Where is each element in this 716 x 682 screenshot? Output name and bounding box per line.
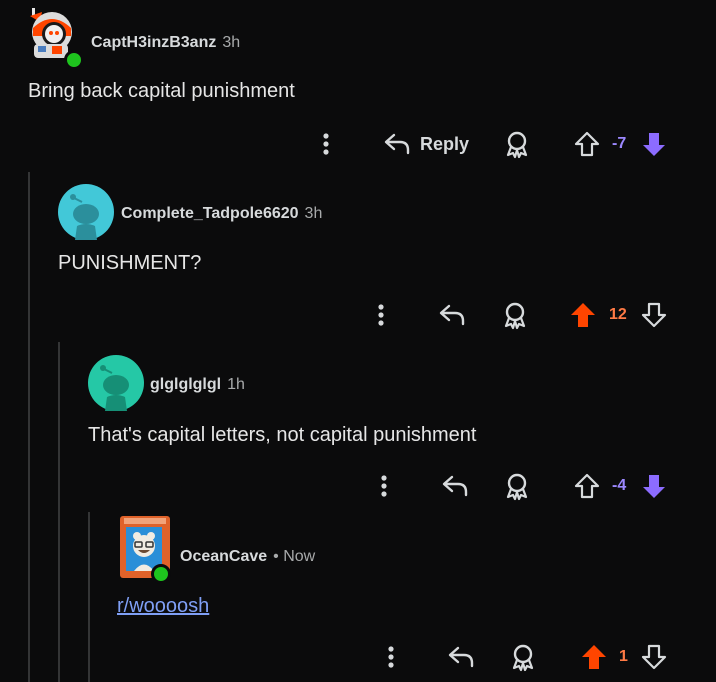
reply-button[interactable] bbox=[434, 297, 470, 333]
avatar-snoo-teal[interactable] bbox=[58, 184, 114, 240]
award-icon bbox=[504, 302, 526, 330]
more-options-button[interactable] bbox=[363, 297, 399, 333]
award-button[interactable] bbox=[505, 639, 541, 675]
downvote-icon bbox=[643, 133, 665, 156]
upvote-button[interactable] bbox=[569, 468, 605, 504]
reply-button[interactable] bbox=[437, 468, 473, 504]
downvote-button[interactable] bbox=[636, 468, 672, 504]
vote-score: 12 bbox=[609, 306, 627, 323]
more-options-button[interactable] bbox=[366, 468, 402, 504]
comment-action-bar: 12 bbox=[0, 297, 716, 333]
downvote-button[interactable] bbox=[636, 639, 672, 675]
comment-timestamp: 3h bbox=[304, 205, 323, 222]
online-indicator bbox=[151, 564, 171, 584]
downvote-button[interactable] bbox=[636, 126, 672, 162]
more-options-button[interactable] bbox=[373, 639, 409, 675]
vote-score: 1 bbox=[619, 648, 628, 665]
upvote-icon bbox=[574, 131, 600, 157]
comment-timestamp: 1h bbox=[227, 376, 245, 393]
award-button[interactable] bbox=[499, 468, 535, 504]
upvote-icon bbox=[574, 473, 600, 499]
subreddit-link[interactable]: r/woooosh bbox=[117, 595, 209, 618]
award-icon bbox=[506, 131, 528, 159]
comment-action-bar: 1 bbox=[0, 639, 716, 675]
vote-score: -7 bbox=[612, 135, 627, 152]
comment-author[interactable]: Complete_Tadpole6620 3h bbox=[121, 205, 322, 223]
avatar-snoo-green[interactable] bbox=[88, 355, 144, 411]
upvote-button[interactable] bbox=[565, 297, 601, 333]
comment-action-bar: Reply -7 bbox=[0, 126, 716, 162]
thread-line-level-2[interactable] bbox=[58, 342, 60, 682]
comment-action-bar: -4 bbox=[0, 468, 716, 504]
award-button[interactable] bbox=[499, 126, 535, 162]
reply-icon bbox=[384, 133, 410, 155]
downvote-button[interactable] bbox=[636, 297, 672, 333]
reply-button[interactable]: Reply bbox=[382, 126, 469, 162]
award-button[interactable] bbox=[497, 297, 533, 333]
more-options-button[interactable] bbox=[308, 126, 344, 162]
comment-body: PUNISHMENT? bbox=[58, 252, 202, 274]
downvote-icon bbox=[643, 475, 665, 498]
reply-icon bbox=[442, 475, 468, 497]
vote-score: -4 bbox=[612, 477, 627, 494]
comment-body: Bring back capital punishment bbox=[28, 80, 295, 102]
username-text[interactable]: OceanCave bbox=[180, 548, 267, 565]
reply-icon bbox=[439, 304, 465, 326]
online-indicator bbox=[64, 50, 84, 70]
more-options-icon bbox=[323, 133, 329, 155]
comment-timestamp: • Now bbox=[273, 548, 316, 565]
comment-author[interactable]: OceanCave • Now bbox=[180, 548, 315, 566]
upvote-icon bbox=[582, 645, 606, 669]
username-text[interactable]: Complete_Tadpole6620 bbox=[121, 205, 299, 222]
downvote-icon bbox=[641, 302, 667, 328]
reply-icon bbox=[448, 646, 474, 668]
more-options-icon bbox=[381, 475, 387, 497]
comment-timestamp: 3h bbox=[222, 34, 241, 51]
award-icon bbox=[506, 473, 528, 501]
upvote-icon bbox=[571, 303, 595, 327]
more-options-icon bbox=[378, 304, 384, 326]
comment-author[interactable]: CaptH3inzB3anz 3h bbox=[91, 34, 240, 52]
more-options-icon bbox=[388, 646, 394, 668]
comment-body: That's capital letters, not capital puni… bbox=[88, 424, 477, 446]
reply-button[interactable] bbox=[443, 639, 479, 675]
upvote-button[interactable] bbox=[576, 639, 612, 675]
reply-label[interactable]: Reply bbox=[420, 134, 469, 155]
award-icon bbox=[512, 644, 534, 672]
username-text[interactable]: CaptH3inzB3anz bbox=[91, 34, 216, 51]
username-text[interactable]: glglglglgl bbox=[150, 376, 221, 393]
thread-line-level-1[interactable] bbox=[28, 172, 30, 682]
downvote-icon bbox=[641, 644, 667, 670]
upvote-button[interactable] bbox=[569, 126, 605, 162]
comment-author[interactable]: glglglglgl 1h bbox=[150, 376, 245, 394]
